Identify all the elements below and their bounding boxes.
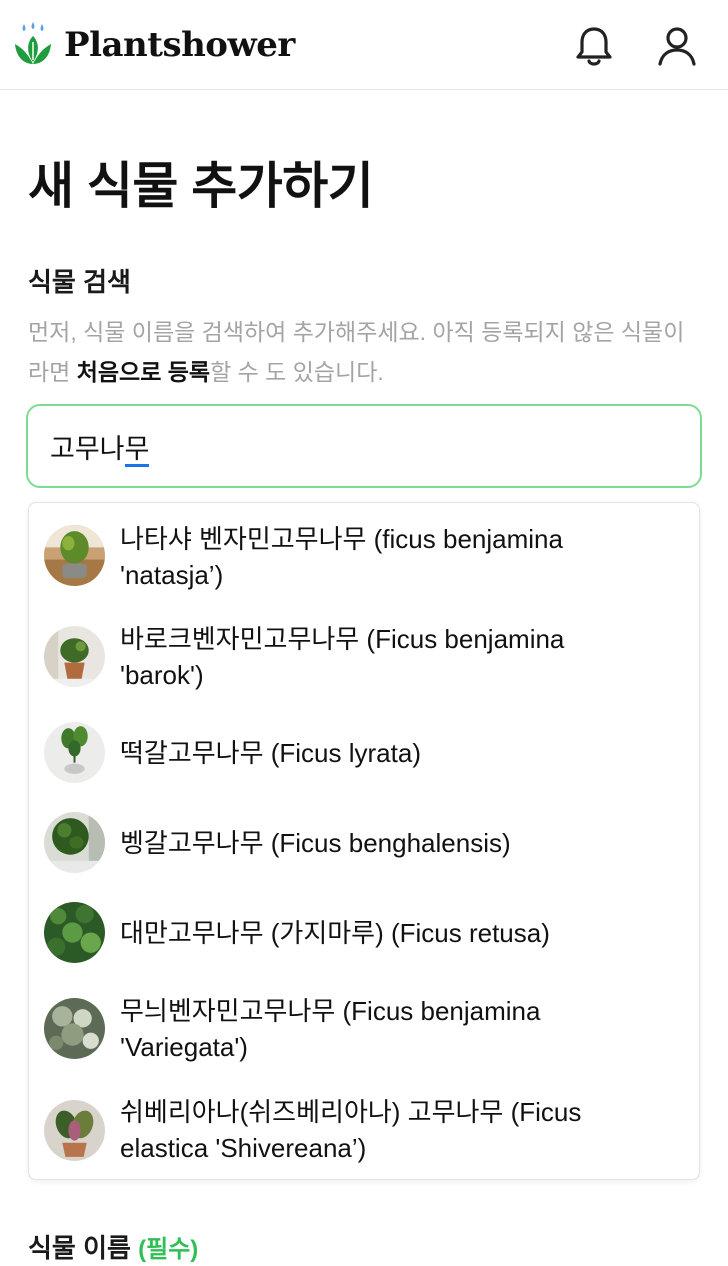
suggestion-line-2: 'Variegata') bbox=[120, 1032, 248, 1062]
suggestion-line-2: 'barok') bbox=[120, 660, 204, 690]
suggestion-item[interactable]: 바로크벤자민고무나무 (Ficus benjamina 'barok') bbox=[29, 621, 699, 693]
suggestion-item[interactable]: 무늬벤자민고무나무 (Ficus benjamina 'Variegata') bbox=[29, 993, 699, 1065]
suggestion-line-1: 대만고무나무 (가지마루) (Ficus retusa) bbox=[120, 918, 550, 948]
search-suggestions: 나타샤 벤자민고무나무 (ficus benjamina 'natasja’) … bbox=[28, 502, 700, 1180]
help-text-suffix: 할 수 도 있습니다. bbox=[210, 359, 384, 385]
suggestion-line-1: 무늬벤자민고무나무 (Ficus benjamina bbox=[120, 996, 541, 1026]
suggestion-label: 떡갈고무나무 (Ficus lyrata) bbox=[120, 735, 680, 771]
suggestion-item[interactable]: 쉬베리아나(쉬즈베리아나) 고무나무 (Ficus elastica 'Shiv… bbox=[29, 1094, 699, 1166]
user-icon[interactable] bbox=[656, 24, 698, 68]
suggestion-label: 쉬베리아나(쉬즈베리아나) 고무나무 (Ficus elastica 'Shiv… bbox=[120, 1094, 680, 1166]
suggestion-line-2: elastica 'Shivereana’) bbox=[120, 1133, 367, 1163]
suggestion-label: 무늬벤자민고무나무 (Ficus benjamina 'Variegata') bbox=[120, 993, 680, 1065]
brand-logo[interactable]: Plantshower bbox=[12, 20, 295, 70]
brand-name: Plantshower bbox=[64, 25, 295, 65]
suggestion-item[interactable]: 나타샤 벤자민고무나무 (ficus benjamina 'natasja’) bbox=[29, 521, 699, 593]
suggestion-line-1: 떡갈고무나무 (Ficus lyrata) bbox=[120, 738, 421, 768]
suggestion-item[interactable]: 떡갈고무나무 (Ficus lyrata) bbox=[29, 722, 699, 784]
suggestion-label: 바로크벤자민고무나무 (Ficus benjamina 'barok') bbox=[120, 621, 680, 693]
suggestion-line-1: 쉬베리아나(쉬즈베리아나) 고무나무 (Ficus bbox=[120, 1097, 582, 1127]
plant-thumbnail bbox=[44, 722, 105, 783]
search-value-composing: 무 bbox=[124, 433, 150, 467]
bell-icon[interactable] bbox=[573, 24, 615, 68]
plant-name-label-text: 식물 이름 bbox=[28, 1233, 131, 1263]
leaf-water-logo-icon bbox=[15, 22, 51, 64]
required-badge: (필수) bbox=[138, 1236, 199, 1263]
first-register-emphasis: 처음으로 등록 bbox=[76, 359, 211, 385]
plant-thumbnail bbox=[44, 998, 105, 1059]
suggestion-line-1: 벵갈고무나무 (Ficus benghalensis) bbox=[120, 828, 511, 858]
plant-search-input[interactable]: 고무나무 bbox=[26, 404, 702, 488]
suggestion-item[interactable]: 벵갈고무나무 (Ficus benghalensis) bbox=[29, 812, 699, 874]
suggestion-item[interactable]: 대만고무나무 (가지마루) (Ficus retusa) bbox=[29, 902, 699, 964]
plant-thumbnail bbox=[44, 626, 105, 687]
search-input-value[interactable]: 고무나무 bbox=[50, 427, 150, 467]
plant-thumbnail bbox=[44, 812, 105, 873]
search-help-text: 먼저, 식물 이름을 검색하여 추가해주세요. 아직 등록되지 않은 식물이라면… bbox=[28, 312, 698, 392]
suggestion-label: 벵갈고무나무 (Ficus benghalensis) bbox=[120, 825, 680, 861]
suggestion-line-2: 'natasja’) bbox=[120, 560, 224, 590]
plant-thumbnail bbox=[44, 525, 105, 586]
plant-name-label: 식물 이름 (필수) bbox=[28, 1228, 198, 1265]
plant-thumbnail bbox=[44, 902, 105, 963]
suggestion-label: 대만고무나무 (가지마루) (Ficus retusa) bbox=[120, 915, 680, 951]
app-header: Plantshower bbox=[0, 0, 728, 90]
suggestion-line-1: 나타샤 벤자민고무나무 (ficus benjamina bbox=[120, 524, 563, 554]
search-value-committed: 고무나 bbox=[50, 433, 125, 464]
search-section-label: 식물 검색 bbox=[28, 267, 131, 297]
page-title: 새 식물 추가하기 bbox=[28, 158, 374, 214]
plant-thumbnail bbox=[44, 1100, 105, 1161]
suggestion-line-1: 바로크벤자민고무나무 (Ficus benjamina bbox=[120, 624, 565, 654]
suggestion-label: 나타샤 벤자민고무나무 (ficus benjamina 'natasja’) bbox=[120, 521, 680, 593]
